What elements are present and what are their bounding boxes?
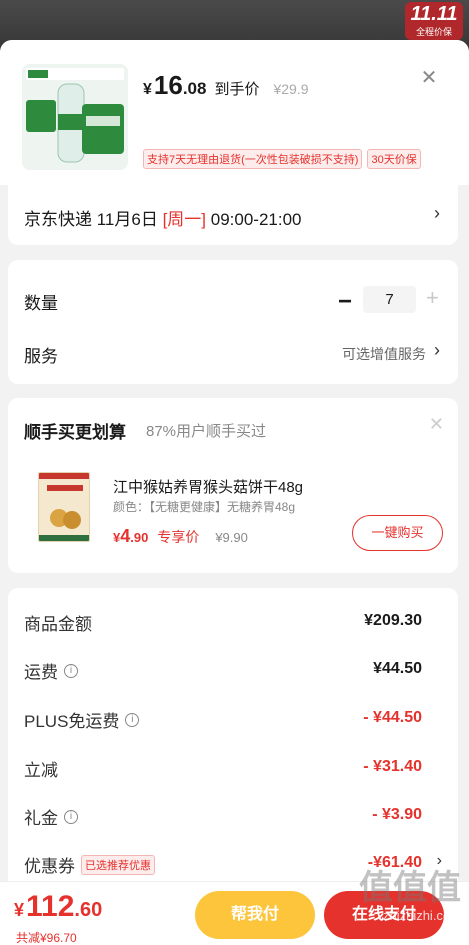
summary-row: 运费 i ¥44.50 — [24, 658, 422, 682]
delivery-info: 京东快递 11月6日 [周一] 09:00-21:00 — [24, 205, 301, 230]
delivery-weekday: [周一] — [162, 210, 207, 229]
quantity-minus-button[interactable]: − — [338, 288, 352, 316]
info-icon[interactable]: i — [125, 712, 140, 727]
bundle-item-price: ¥ 4 .90 专享价 ¥9.90 — [113, 526, 248, 547]
product-header: ¥ 16 .08 到手价 ¥29.9 ✕ 支持7天无理由退货(一次性包装破损不支… — [0, 40, 469, 185]
total-integer: 112 — [26, 890, 75, 923]
bundle-price-integer: 4 — [120, 526, 131, 546]
summary-row: 礼金 i - ¥3.90 — [24, 804, 422, 828]
chevron-right-icon[interactable]: › — [437, 852, 442, 870]
product-price: ¥ 16 .08 到手价 ¥29.9 — [143, 70, 309, 101]
summary-value: ¥44.50 — [373, 660, 422, 677]
quantity-service-card: 数量 − 7 + 服务 可选增值服务 › — [8, 260, 458, 384]
one-click-buy-button[interactable]: 一键购买 — [352, 515, 443, 551]
summary-value: - ¥3.90 — [372, 806, 422, 823]
bundle-price-currency: ¥ — [113, 530, 121, 545]
close-icon[interactable]: ✕ — [429, 414, 444, 435]
tag-return-policy: 支持7天无理由退货(一次性包装破损不支持) — [143, 149, 363, 169]
summary-row: 商品金额 ¥209.30 — [24, 610, 422, 634]
summary-value: ¥209.30 — [364, 612, 422, 629]
info-icon[interactable]: i — [64, 663, 78, 678]
saved-amount: 共减¥96.70 — [16, 931, 77, 945]
bundle-price-label: 专享价 — [157, 529, 200, 545]
summary-label-text: PLUS免运费 — [24, 712, 120, 731]
bundle-subtitle: 87%用户顺手买过 — [146, 423, 267, 440]
price-summary: 商品金额 ¥209.30 运费 i ¥44.50 PLUS免运费 i - ¥44.5… — [8, 588, 458, 908]
promo-badge: 11.11 全程价保 — [405, 2, 463, 40]
service-label: 服务 — [24, 347, 58, 366]
product-tags: 支持7天无理由退货(一次性包装破损不支持) 30天价保 — [143, 149, 421, 169]
price-label: 到手价 — [214, 81, 260, 98]
quantity-input[interactable]: 7 — [363, 286, 416, 313]
bundle-item-name[interactable]: 江中猴姑养胃猴头菇饼干48g — [113, 476, 303, 497]
summary-label: 商品金额 — [24, 610, 92, 635]
bundle-price-decimal: .90 — [130, 530, 149, 545]
tag-price-protect: 30天价保 — [367, 149, 421, 169]
price-decimal: .08 — [182, 79, 207, 98]
bundle-item-spec: 颜色：【无糖更健康】无糖养胃48g — [113, 500, 296, 514]
summary-value: -¥61.40 — [367, 854, 422, 871]
promo-badge-title: 11.11 — [410, 3, 458, 25]
delivery-date: 京东快递 11月6日 — [24, 210, 163, 229]
original-price: ¥29.9 — [273, 81, 309, 97]
summary-label: 运费 i — [24, 658, 78, 683]
total-currency: ¥ — [14, 900, 25, 920]
summary-label-text: 商品金额 — [24, 615, 92, 634]
promo-badge-subtitle: 全程价保 — [415, 27, 452, 37]
summary-label: 优惠券 已选推荐优惠 — [24, 852, 155, 877]
help-pay-button[interactable]: 帮我付 — [195, 891, 315, 939]
chevron-right-icon[interactable]: › — [434, 340, 440, 361]
quantity-label: 数量 — [24, 294, 58, 313]
chevron-right-icon: › — [434, 203, 440, 223]
price-currency: ¥ — [143, 81, 152, 98]
summary-label: 礼金 i — [24, 804, 78, 829]
delivery-row[interactable]: 京东快递 11月6日 [周一] 09:00-21:00 › — [8, 185, 458, 245]
product-image — [22, 64, 128, 170]
total-price: ¥ 112 .60 — [14, 890, 102, 924]
delivery-time: 09:00-21:00 — [206, 210, 302, 229]
summary-label-text: 优惠券 — [24, 857, 75, 876]
summary-label: PLUS免运费 i — [24, 707, 140, 732]
summary-value: - ¥31.40 — [363, 758, 422, 775]
pay-online-button[interactable]: 在线支付 — [324, 891, 444, 939]
summary-row: 立减 - ¥31.40 — [24, 756, 422, 780]
checkout-bar: ¥ 112 .60 共减¥96.70 帮我付 在线支付 — [0, 881, 469, 945]
summary-label: 立减 — [24, 756, 58, 781]
summary-label-text: 立减 — [24, 761, 58, 780]
summary-label-text: 运费 — [24, 663, 58, 682]
order-sheet: ¥ 16 .08 到手价 ¥29.9 ✕ 支持7天无理由退货(一次性包装破损不支… — [0, 40, 469, 945]
summary-value: - ¥44.50 — [363, 709, 422, 726]
bundle-item-image — [38, 472, 90, 542]
summary-label-text: 礼金 — [24, 809, 58, 828]
bundle-original-price: ¥9.90 — [215, 530, 248, 545]
info-icon[interactable]: i — [64, 809, 78, 824]
bundle-title: 顺手买更划算 — [24, 423, 126, 442]
coupon-row[interactable]: 优惠券 已选推荐优惠 -¥61.40 › — [24, 852, 442, 877]
price-integer: 16 — [153, 70, 183, 100]
bundle-card: 顺手买更划算 87%用户顺手买过 ✕ 江中猴姑养胃猴头菇饼干48g 颜色：【无糖… — [8, 398, 458, 573]
close-icon[interactable]: ✕ — [419, 68, 439, 88]
quantity-plus-button[interactable]: + — [426, 285, 439, 311]
service-value[interactable]: 可选增值服务 — [342, 344, 426, 364]
summary-row: PLUS免运费 i - ¥44.50 — [24, 707, 422, 731]
coupon-badge: 已选推荐优惠 — [81, 854, 155, 875]
total-decimal: .60 — [74, 899, 103, 921]
